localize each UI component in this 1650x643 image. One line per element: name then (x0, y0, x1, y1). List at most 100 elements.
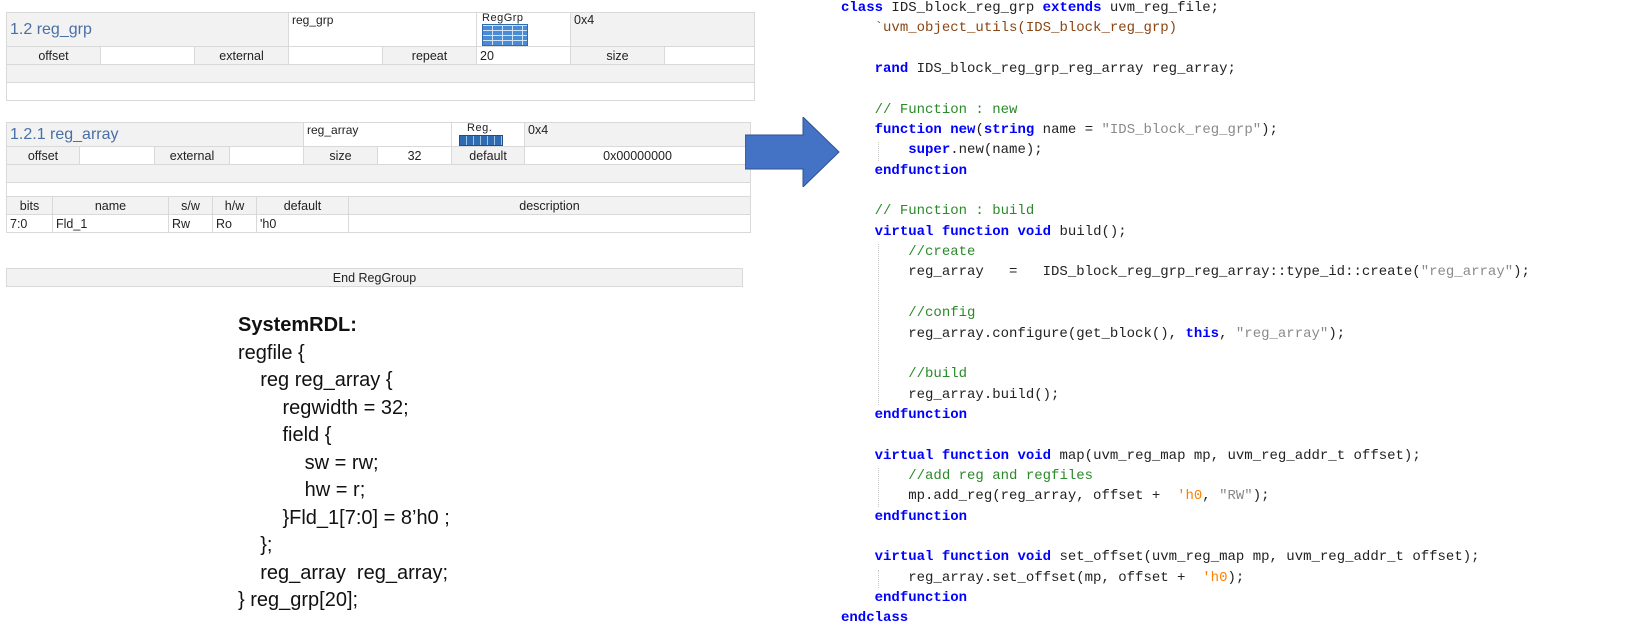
offset-label: offset (6, 46, 101, 65)
field-description (348, 214, 751, 233)
reg-array-name: reg_array (303, 122, 453, 147)
reg-array-icon-label: Reg. (467, 122, 493, 134)
code-keyword: super (908, 142, 951, 159)
end-reggroup-bar: End RegGroup (6, 268, 743, 287)
right-arrow-icon (745, 117, 840, 187)
indent-guide (878, 569, 879, 589)
code-text: uvm_reg_file; (1101, 0, 1220, 16)
external-label: external (193, 46, 290, 65)
size-label: size (303, 146, 379, 165)
code-line: reg_array.build(); (841, 385, 1530, 405)
code-line: reg_array.configure(get_block(), this, "… (841, 324, 1530, 344)
code-keyword: function (874, 122, 942, 139)
rdl-line: }; (238, 534, 273, 556)
code-line: //create (841, 242, 1530, 262)
reg-grp-table: 1.2 reg_grp reg_grp RegGrp 0x4 offset ex… (5, 12, 756, 101)
code-line: // Function : new (841, 100, 1530, 120)
reggrp-icon (482, 24, 529, 46)
code-line: reg_array.set_offset(mp, offset + 'h0); (841, 568, 1530, 588)
code-line: virtual function void map(uvm_reg_map mp… (841, 446, 1530, 466)
code-macro: `uvm_object_utils(IDS_block_reg_grp) (874, 20, 1178, 37)
field-bits: 7:0 (6, 214, 53, 233)
code-keyword: function (941, 447, 1010, 464)
code-keyword: extends (1042, 0, 1102, 16)
field-table: bits name s/w h/w default description 7:… (6, 196, 751, 233)
field-name: Fld_1 (52, 214, 169, 233)
col-bits: bits (6, 196, 53, 215)
code-keyword: endfunction (874, 508, 968, 525)
indent-guide (878, 468, 879, 507)
col-sw: s/w (168, 196, 213, 215)
code-text: ); (1252, 488, 1270, 505)
rdl-line: regwidth = 32; (238, 396, 409, 419)
code-line: endfunction (841, 161, 1530, 181)
external-value (228, 146, 305, 165)
reg-grp-description (5, 82, 756, 101)
code-text: ( (975, 122, 984, 139)
divider (5, 164, 752, 183)
code-keyword: this (1185, 325, 1220, 342)
offset-value (100, 46, 195, 65)
code-string: "reg_array" (1235, 325, 1329, 342)
code-number: 'h0 (1202, 569, 1228, 586)
default-value: 0x00000000 (524, 146, 752, 165)
code-keyword: string (983, 122, 1035, 139)
code-line: virtual function void set_offset(uvm_reg… (841, 547, 1530, 567)
field-header-row: bits name s/w h/w default description (6, 196, 751, 215)
code-keyword: virtual (874, 447, 934, 464)
code-text: name = (1034, 122, 1102, 139)
size-value (664, 46, 756, 65)
offset-label: offset (6, 146, 80, 165)
code-keyword: endfunction (874, 589, 968, 606)
code-comment: // Function : new (874, 101, 1018, 118)
rdl-line: sw = rw; (238, 451, 379, 474)
code-line: virtual function void build(); (841, 222, 1530, 242)
reg-grp-icon-label: RegGrp (482, 12, 524, 24)
code-line: endfunction (841, 588, 1530, 608)
systemrdl-heading: SystemRDL: (238, 314, 357, 336)
code-text: , (1202, 488, 1220, 505)
uvm-code-block: class IDS_block_reg_grp extends uvm_reg_… (841, 0, 1530, 629)
code-keyword: void (1017, 223, 1052, 240)
code-text: .new(name); (950, 142, 1043, 159)
code-line: mp.add_reg(reg_array, offset + 'h0, "RW"… (841, 486, 1530, 506)
rdl-line: }Fld_1[7:0] = 8’h0 ; (238, 506, 450, 529)
indent-guide (878, 244, 879, 405)
reg-grp-name: reg_grp (288, 12, 478, 47)
code-line: class IDS_block_reg_grp extends uvm_reg_… (841, 0, 1530, 18)
code-comment: // Function : build (874, 203, 1035, 220)
code-line: super.new(name); (841, 140, 1530, 160)
code-text: ); (1328, 325, 1346, 342)
repeat-label: repeat (382, 46, 478, 65)
code-text: set_offset(uvm_reg_map mp, uvm_reg_addr_… (1051, 549, 1480, 566)
table-row: 7:0 Fld_1 Rw Ro 'h0 (6, 214, 751, 233)
field-sw: Rw (168, 214, 213, 233)
divider (5, 64, 756, 83)
code-keyword: virtual (874, 223, 934, 240)
code-text: mp.add_reg(reg_array, offset + (841, 488, 1178, 505)
offset-value (79, 146, 155, 165)
code-keyword: function (941, 223, 1010, 240)
code-text: , (1219, 325, 1236, 342)
code-keyword: rand (874, 61, 909, 78)
code-line: reg_array = IDS_block_reg_grp_reg_array:… (841, 262, 1530, 282)
code-comment: //create (908, 244, 976, 261)
code-line: endfunction (841, 405, 1530, 425)
size-label: size (570, 46, 666, 65)
code-line: //build (841, 364, 1530, 384)
